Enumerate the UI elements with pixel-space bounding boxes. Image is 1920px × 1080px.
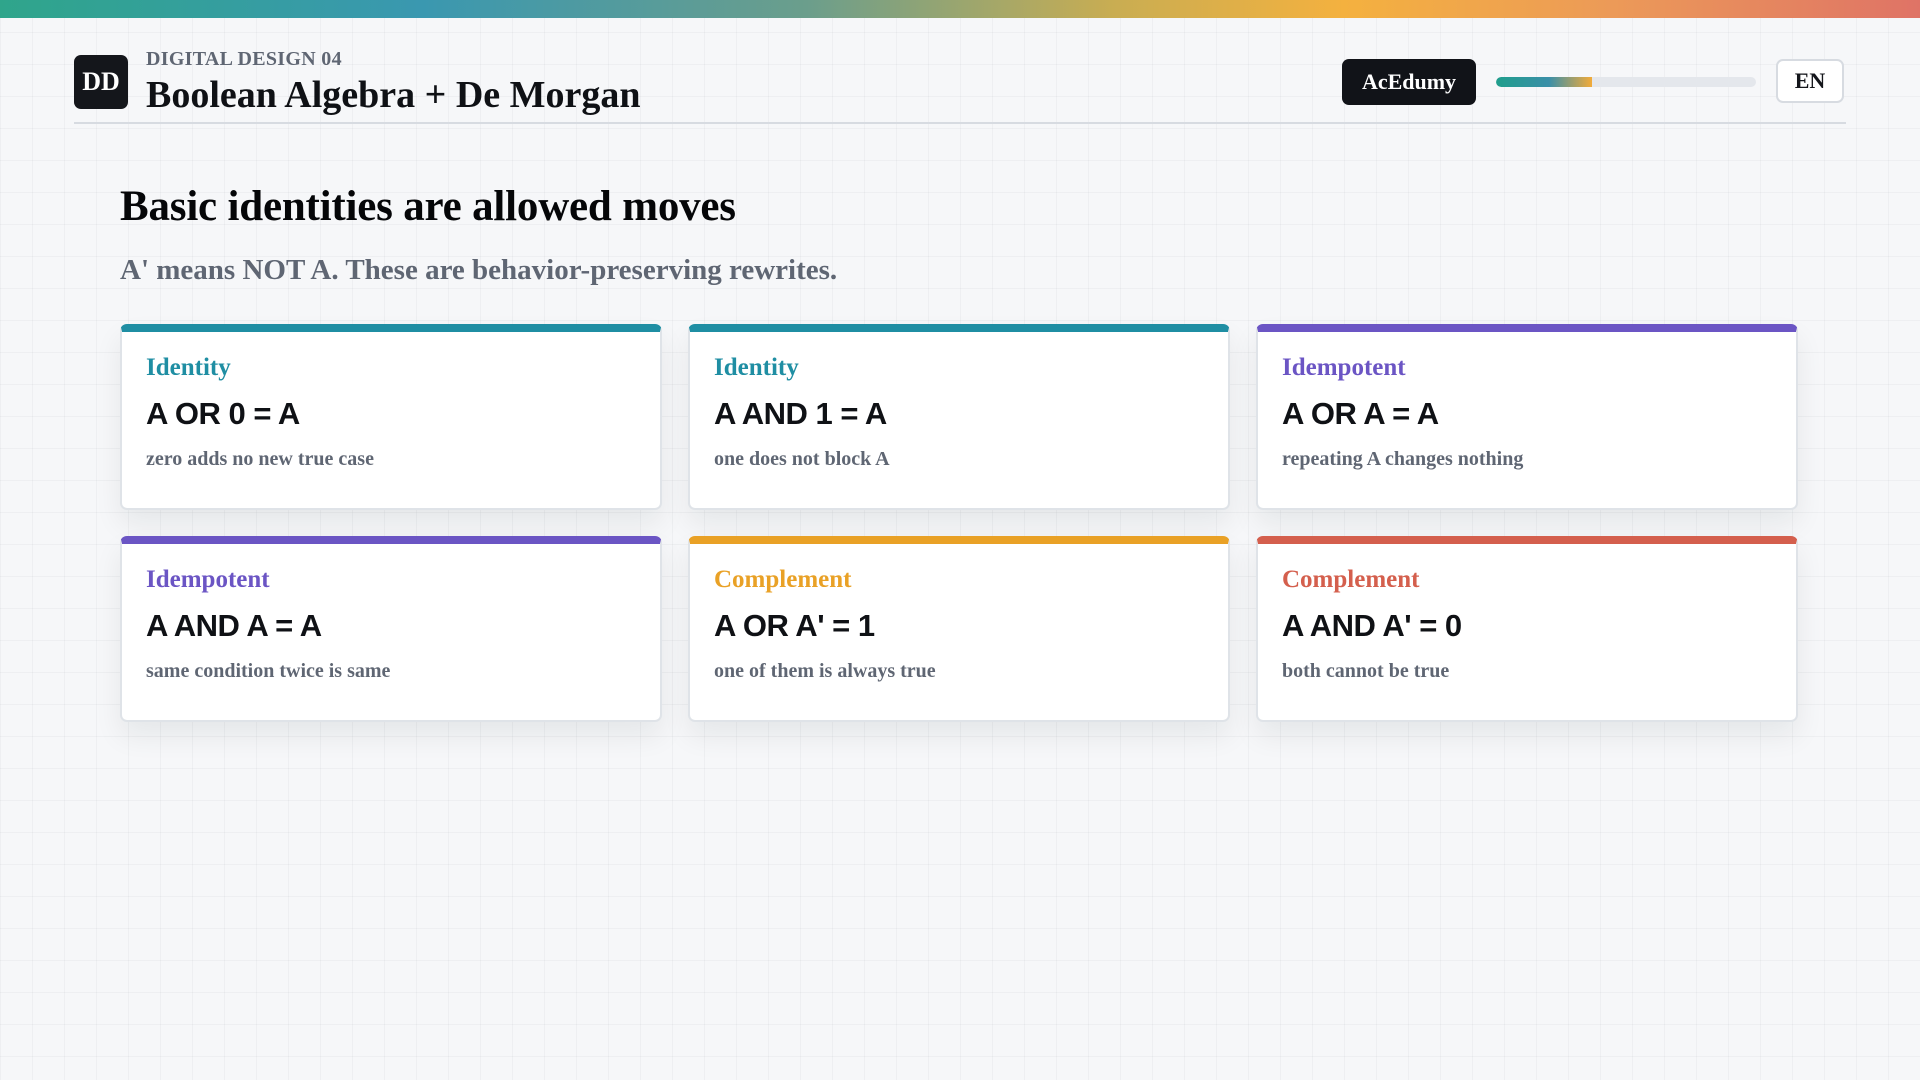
card-note: repeating A changes nothing: [1282, 448, 1524, 470]
card-category: Idempotent: [146, 566, 270, 593]
progress-fill: [1496, 77, 1593, 87]
card-formula: A OR 0 = A: [146, 396, 300, 431]
card-formula: A AND A = A: [146, 608, 322, 643]
language-toggle-button[interactable]: EN: [1776, 59, 1844, 103]
header: DD DIGITAL DESIGN 04 Boolean Algebra + D…: [74, 18, 1846, 124]
identity-card-2: Identity A AND 1 = A one does not block …: [688, 324, 1230, 510]
card-note: both cannot be true: [1282, 660, 1450, 682]
card-formula: A OR A = A: [1282, 396, 1439, 431]
card-note: same condition twice is same: [146, 660, 391, 682]
idempotent-card-1: Idempotent A OR A = A repeating A change…: [1256, 324, 1798, 510]
course-eyebrow: DIGITAL DESIGN 04: [146, 48, 342, 70]
card-category: Complement: [1282, 566, 1420, 593]
complement-card-2: Complement A AND A' = 0 both cannot be t…: [1256, 536, 1798, 722]
card-note: zero adds no new true case: [146, 448, 374, 470]
identity-card-1: Identity A OR 0 = A zero adds no new tru…: [120, 324, 662, 510]
course-logo: DD: [74, 55, 128, 109]
card-note: one does not block A: [714, 448, 890, 470]
card-note: one of them is always true: [714, 660, 936, 682]
slide-subtitle: A' means NOT A. These are behavior-prese…: [120, 254, 838, 286]
course-title: Boolean Algebra + De Morgan: [146, 74, 641, 116]
card-category: Identity: [714, 354, 799, 381]
progress-bar: [1496, 77, 1756, 87]
brand-badge: AcEdumy: [1342, 59, 1476, 105]
card-formula: A AND A' = 0: [1282, 608, 1462, 643]
card-formula: A OR A' = 1: [714, 608, 875, 643]
idempotent-card-2: Idempotent A AND A = A same condition tw…: [120, 536, 662, 722]
card-category: Complement: [714, 566, 852, 593]
complement-card-1: Complement A OR A' = 1 one of them is al…: [688, 536, 1230, 722]
card-formula: A AND 1 = A: [714, 396, 887, 431]
card-category: Identity: [146, 354, 231, 381]
top-gradient-strip: [0, 0, 1920, 18]
card-category: Idempotent: [1282, 354, 1406, 381]
slide-title: Basic identities are allowed moves: [120, 183, 736, 230]
